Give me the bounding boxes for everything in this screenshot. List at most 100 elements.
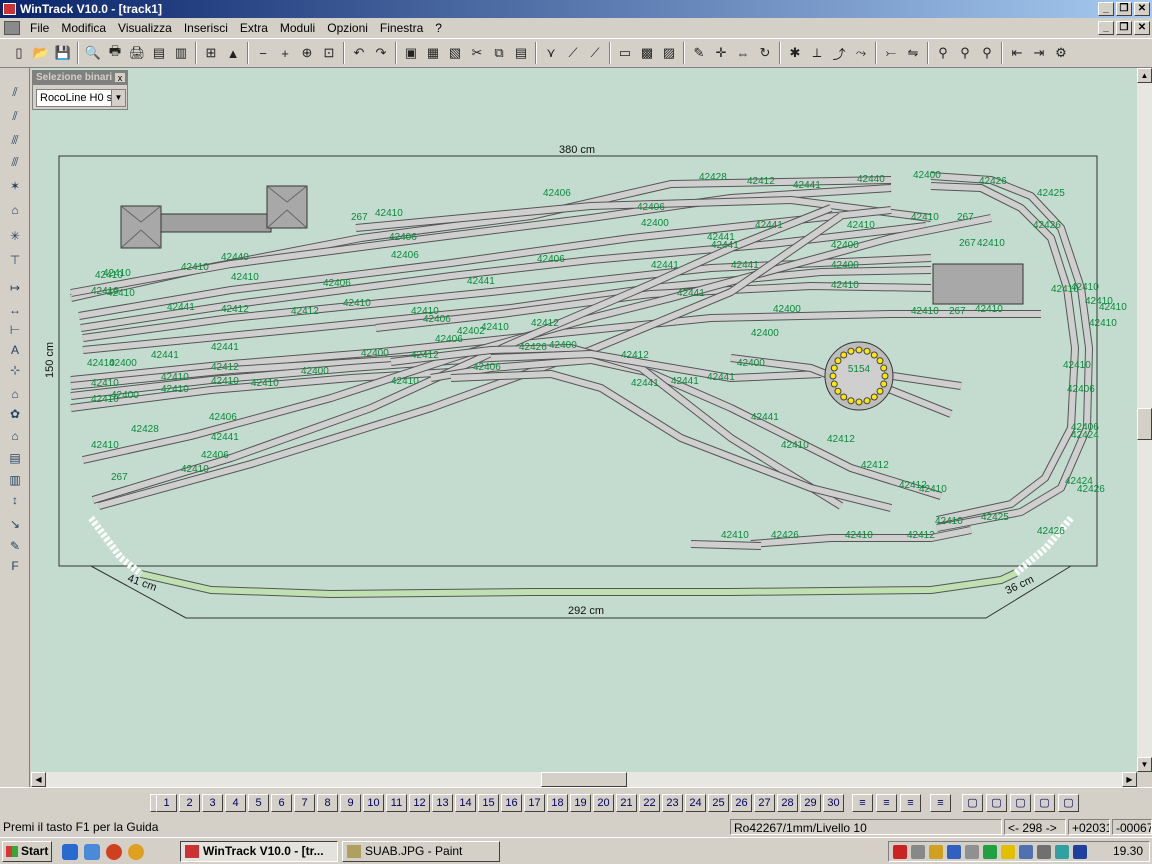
move-icon[interactable]: ✎ [688,42,710,64]
tray-volume-icon[interactable] [1037,845,1051,859]
rotate-180-icon[interactable]: ↻ [754,42,776,64]
landscape-icon[interactable]: ▲ [222,42,244,64]
tray-display-icon[interactable] [1019,845,1033,859]
tray-antivirus-icon[interactable] [983,845,997,859]
straight-track-tool-icon[interactable]: ⫽ [4,82,26,102]
chevron-down-icon[interactable]: ▼ [111,90,125,106]
switch-tool-icon[interactable]: ⫻ [4,130,26,150]
minimize-button[interactable]: _ [1098,2,1114,16]
tray-monitor-icon[interactable] [1073,845,1087,859]
export-icon[interactable]: ⇤ [1006,42,1028,64]
tray-messenger-icon[interactable] [1001,845,1015,859]
layer-10-button[interactable]: 10 [363,794,384,812]
signal-tool-icon[interactable]: ⊤ [4,250,26,270]
settings-icon[interactable]: ⚙ [1050,42,1072,64]
app-icon[interactable] [3,3,16,15]
menu-help[interactable]: ? [431,21,450,35]
doc-restore-button[interactable]: ❐ [1116,21,1132,35]
open-icon[interactable]: 📂 [30,42,52,64]
layer-12-button[interactable]: 12 [409,794,430,812]
layer-icon[interactable]: ▭ [614,42,636,64]
tray-update-icon[interactable] [947,845,961,859]
layer-27-button[interactable]: 27 [754,794,775,812]
track-26[interactable] [930,182,1079,524]
view-5-icon[interactable]: ▢ [1058,794,1079,812]
layer-20-button[interactable]: 20 [593,794,614,812]
close-button[interactable]: ✕ [1134,2,1150,16]
ungroup-icon[interactable]: ▧ [444,42,466,64]
marker-tool-icon[interactable]: ⊹ [4,360,26,380]
layer-3-button[interactable]: 3 [202,794,223,812]
layer-2-button[interactable]: 2 [179,794,200,812]
menu-finestra[interactable]: Finestra [376,21,431,35]
join-icon[interactable]: ⤚ [880,42,902,64]
flip-icon[interactable]: ⇋ [902,42,924,64]
layer-26-button[interactable]: 26 [731,794,752,812]
redo-icon[interactable]: ↷ [370,42,392,64]
edit-tool-icon[interactable]: ✎ [4,536,26,556]
track-system-select[interactable]: RocoLine H0 se ▼ [36,89,126,107]
dimension-tool-icon[interactable]: ⊢ [4,320,26,340]
layer-6-button[interactable]: 6 [271,794,292,812]
flex-track-icon[interactable]: ⟋ [584,42,606,64]
gradient-icon[interactable]: ⤴ [828,42,850,64]
layer-25-button[interactable]: 25 [708,794,729,812]
menu-modifica[interactable]: Modifica [57,21,114,35]
task-wintrack[interactable]: WinTrack V10.0 - [tr... [180,841,338,862]
scroll-right-arrow-icon[interactable]: ▶ [1122,772,1137,787]
measure-icon[interactable]: ⊞ [200,42,222,64]
media-icon[interactable] [106,844,122,860]
cut-icon[interactable]: ✂ [466,42,488,64]
find-icon[interactable]: ⚲ [932,42,954,64]
media-player-icon[interactable] [128,844,144,860]
tray-acrobat-icon[interactable] [893,845,907,859]
vertical-scrollbar[interactable]: ▲ ▼ [1137,68,1152,772]
connect-icon[interactable]: ⋎ [540,42,562,64]
layer-21-button[interactable]: 21 [616,794,637,812]
profile-tool-icon[interactable]: ▥ [4,470,26,490]
layer-1-button[interactable]: 1 [156,794,177,812]
import-icon[interactable]: ⇥ [1028,42,1050,64]
layer-29-button[interactable]: 29 [800,794,821,812]
view-4-icon[interactable]: ▢ [1034,794,1055,812]
start-button[interactable]: Start [2,841,52,862]
menu-opzioni[interactable]: Opzioni [323,21,376,35]
layer-7-button[interactable]: 7 [294,794,315,812]
text-tool-icon[interactable]: A [4,340,26,360]
line-tool-icon[interactable]: ↦ [4,278,26,298]
zoom-in-icon[interactable]: + [274,42,296,64]
outlook-icon[interactable] [84,844,100,860]
layer-move-icon[interactable]: ▩ [636,42,658,64]
view-1-icon[interactable]: ▢ [962,794,983,812]
copy-icon[interactable]: ⧉ [488,42,510,64]
layer-18-button[interactable]: 18 [547,794,568,812]
find-next-icon[interactable]: ⚲ [954,42,976,64]
rotate-icon[interactable]: ✛ [710,42,732,64]
menu-moduli[interactable]: Moduli [276,21,323,35]
tree-tool-icon[interactable]: ✿ [4,404,26,424]
scroll-down-arrow-icon[interactable]: ▼ [1137,757,1152,772]
layer-9-button[interactable]: 9 [340,794,361,812]
layer-4-button[interactable]: 4 [225,794,246,812]
print-icon[interactable]: 🖶 [104,42,126,64]
double-switch-tool-icon[interactable]: ⫻ [4,152,26,172]
layer-11-button[interactable]: 11 [386,794,407,812]
document-icon[interactable] [4,21,20,35]
measure-tool-icon[interactable]: ↔ [4,300,26,320]
menu-extra[interactable]: Extra [236,21,276,35]
find-error-icon[interactable]: ⚲ [976,42,998,64]
vertical-scroll-thumb[interactable] [1137,408,1152,440]
layer-stack-icon[interactable]: ≡ [852,794,873,812]
menu-file[interactable]: File [26,21,57,35]
curve-track-tool-icon[interactable]: ⫽ [4,106,26,126]
drawing-canvas[interactable]: 380 cm 150 cm 292 cm 41 cm 36 cm 5154 42… [31,68,1137,772]
layer-15-button[interactable]: 15 [478,794,499,812]
layer-16-button[interactable]: 16 [501,794,522,812]
panel-close-button[interactable]: x [114,72,126,83]
layer-5-button[interactable]: 5 [248,794,269,812]
layer-8-button[interactable]: 8 [317,794,338,812]
layer-red-icon[interactable]: ▨ [658,42,680,64]
doc-close-button[interactable]: ✕ [1134,21,1150,35]
library-icon[interactable]: ▥ [170,42,192,64]
group-icon[interactable]: ▦ [422,42,444,64]
